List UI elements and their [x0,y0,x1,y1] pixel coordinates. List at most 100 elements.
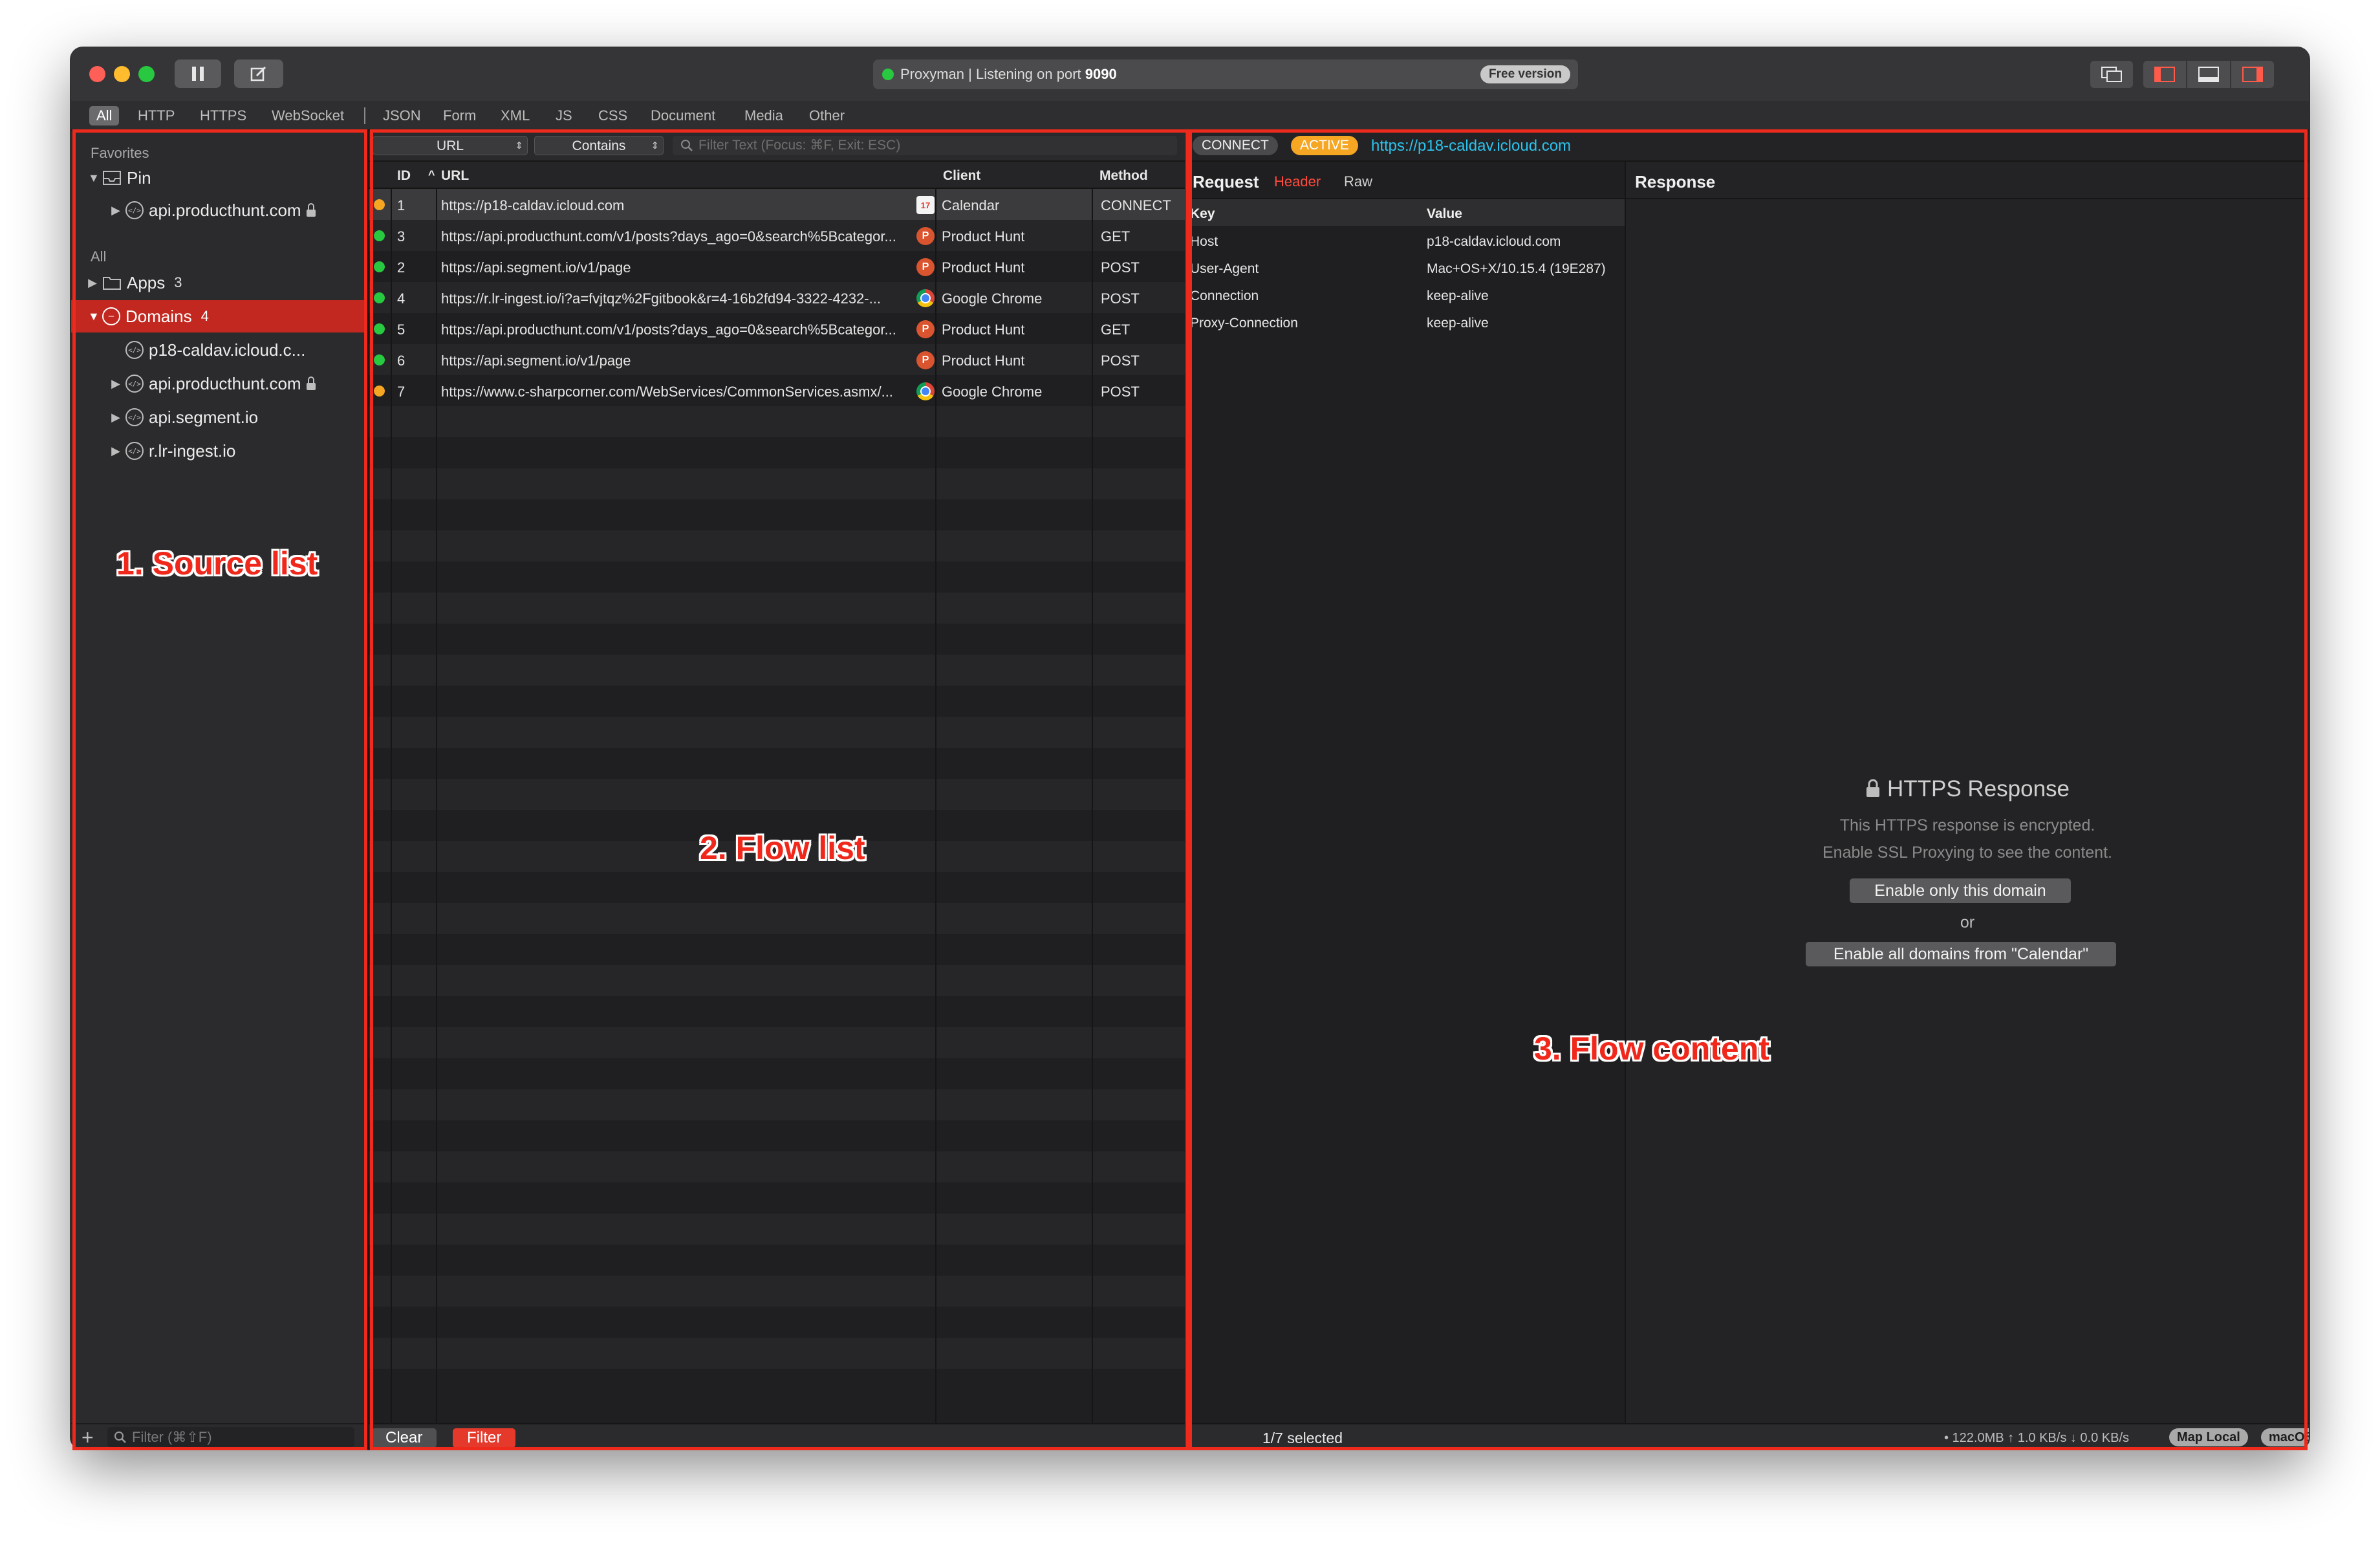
chevron-down-icon[interactable]: ▼ [88,171,100,185]
chevron-down-icon[interactable]: ▼ [88,310,100,323]
tab-js[interactable]: JS [548,106,579,125]
column-method[interactable]: Method [1099,168,1148,184]
producthunt-icon: P [916,227,935,245]
sidebar-item-pinned-domain[interactable]: ▶ </> api.producthunt.com [71,194,366,226]
enable-domain-button[interactable]: Enable only this domain [1850,878,2071,903]
sidebar-filter-input[interactable]: Filter (⌘⇧F) [107,1427,354,1448]
sidebar-item-domain[interactable]: ▶ </> api.producthunt.com [71,367,366,400]
domain-icon: </> [125,442,144,460]
filter-field-select[interactable]: URL ⇕ [373,136,528,155]
column-url[interactable]: URL [441,168,469,184]
favorites-header: Favorites [91,145,149,161]
flow-row[interactable]: 2 https://api.segment.io/v1/page P Product … [369,251,1185,282]
sidebar-filter-placeholder: Filter (⌘⇧F) [132,1429,212,1445]
active-badge: ACTIVE [1291,136,1358,155]
empty-row [369,1338,1185,1369]
flow-row[interactable]: 6 https://api.segment.io/v1/page P Product … [369,344,1185,375]
flow-client: Product Hunt [942,228,1025,245]
producthunt-icon: P [916,320,935,338]
flow-url[interactable]: https://p18-caldav.icloud.com [1371,137,1571,155]
close-window-button[interactable] [89,66,105,82]
tab-media[interactable]: Media [737,106,790,125]
toggle-left-panel-button[interactable] [2143,61,2186,88]
macos-proxy-button[interactable]: macOS Proxy [2261,1428,2309,1449]
add-button[interactable]: + [81,1426,94,1449]
tab-https[interactable]: HTTPS [193,106,254,125]
status-text: Proxyman | Listening on port 9090 [900,66,1117,83]
source-list-label: 1. Source list [116,545,318,582]
enable-all-domains-button[interactable]: Enable all domains from "Calendar" [1806,942,2116,966]
sidebar-item-domain[interactable]: </> p18-caldav.icloud.c... [71,334,366,366]
flow-filter-bar: URL ⇕ Contains ⇕ Filter Text (Focus: ⌘F,… [369,131,1185,162]
encrypted-title: HTTPS Response [1626,776,2309,802]
status-label: Proxyman | Listening on port [900,66,1081,82]
flow-method: CONNECT [1101,197,1171,213]
chevron-right-icon[interactable]: ▶ [111,377,120,391]
flow-url: https://api.producthunt.com/v1/posts?day… [441,228,896,245]
minimize-window-button[interactable] [114,66,130,82]
chevron-right-icon[interactable]: ▶ [111,204,120,217]
filter-button[interactable]: Filter [453,1428,516,1448]
compose-button[interactable] [234,60,283,88]
flow-url: https://api.segment.io/v1/page [441,353,631,369]
filter-match-select[interactable]: Contains ⇕ [534,136,664,155]
toggle-right-panel-button[interactable] [2231,61,2274,88]
map-local-button[interactable]: Map Local [2169,1428,2248,1446]
flow-row[interactable]: 4 https://r.lr-ingest.io/i?a=fvjtqz%2Fgit… [369,282,1185,313]
flow-id: 5 [397,321,406,338]
toggle-bottom-panel-button[interactable] [2187,61,2230,88]
flow-row[interactable]: 5 https://api.producthunt.com/v1/posts?da… [369,313,1185,344]
tab-css[interactable]: CSS [591,106,634,125]
chevron-right-icon[interactable]: ▶ [88,276,97,290]
header-row[interactable]: Connection keep-alive [1187,282,1625,309]
tab-header[interactable]: Header [1274,173,1321,190]
column-id[interactable]: ID [397,168,411,184]
clear-button[interactable]: Clear [371,1428,437,1448]
response-pane: Response HTTPS Response This HTTPS respo… [1626,162,2309,1423]
sort-ascending-icon[interactable]: ^ [428,168,435,182]
flow-row[interactable]: 7 https://www.c-sharpcorner.com/WebServic… [369,375,1185,406]
tab-other[interactable]: Other [802,106,852,125]
chevron-right-icon[interactable]: ▶ [111,411,120,424]
tab-http[interactable]: HTTP [131,106,182,125]
right-panel-icon [2242,67,2263,82]
flow-row[interactable]: 1 https://p18-caldav.icloud.com 17 Calendar… [369,189,1185,220]
sidebar-item-domain[interactable]: ▶ </> r.lr-ingest.io [71,435,366,467]
status-pill: Proxyman | Listening on port 9090 Free v… [873,60,1578,89]
sidebar-item-label: api.producthunt.com [149,373,301,393]
tab-websocket[interactable]: WebSocket [265,106,351,125]
sidebar-item-domain[interactable]: ▶ </> api.segment.io [71,401,366,433]
sidebar-item-pin[interactable]: ▼ Pin [71,162,366,194]
multi-window-icon [2101,67,2122,82]
column-client[interactable]: Client [943,168,980,184]
zoom-window-button[interactable] [138,66,155,82]
empty-row [369,1307,1185,1338]
header-table-header: Key Value [1187,199,1625,227]
flow-row[interactable]: 3 https://api.producthunt.com/v1/posts?da… [369,220,1185,251]
tab-raw[interactable]: Raw [1344,173,1372,190]
flow-client: Product Hunt [942,259,1025,276]
header-row[interactable]: User-Agent Mac+OS+X/10.15.4 (19E287) [1187,255,1625,282]
request-pane: Request Header Raw Key Value Host p18-ca… [1187,162,1625,1423]
free-version-badge[interactable]: Free version [1480,65,1570,83]
tab-all[interactable]: All [89,106,120,125]
domains-icon: — [102,307,120,325]
flow-filter-input[interactable]: Filter Text (Focus: ⌘F, Exit: ESC) [673,136,1177,155]
tab-document[interactable]: Document [644,106,722,125]
window-mode-button[interactable] [2090,61,2133,88]
chevron-right-icon[interactable]: ▶ [111,444,120,458]
flow-client: Google Chrome [942,290,1043,307]
header-key: Connection [1190,289,1259,303]
header-row[interactable]: Proxy-Connection keep-alive [1187,309,1625,336]
selection-count: 1/7 selected [1262,1430,1343,1446]
flow-id: 4 [397,290,406,307]
sidebar-item-label: Pin [127,168,151,188]
header-row[interactable]: Host p18-caldav.icloud.com [1187,228,1625,255]
sidebar-item-apps[interactable]: ▶ Apps 3 [71,267,366,299]
pause-button[interactable] [175,60,221,88]
sidebar-item-domains[interactable]: ▼ — Domains 4 [71,300,366,332]
tab-xml[interactable]: XML [493,106,537,125]
tab-form[interactable]: Form [436,106,483,125]
tab-json[interactable]: JSON [376,106,428,125]
calendar-icon: 17 [916,196,935,214]
